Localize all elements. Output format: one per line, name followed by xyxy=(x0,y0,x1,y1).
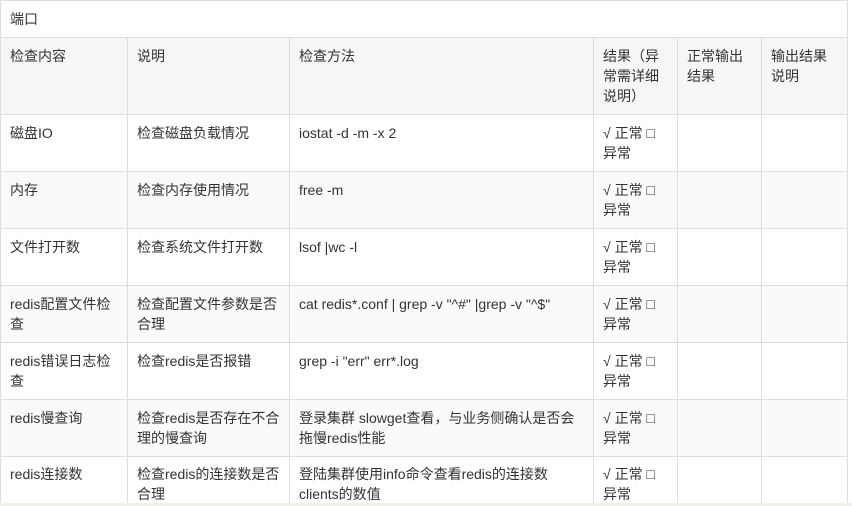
cell-output-note xyxy=(760,342,849,400)
cell-description: 检查配置文件参数是否合理 xyxy=(127,285,290,343)
header-normal-output: 正常输出结果 xyxy=(677,37,762,115)
cell-check-item: 文件打开数 xyxy=(0,228,128,286)
cell-output-note xyxy=(760,228,849,286)
check-table: 端口 检查内容 说明 检查方法 结果（异常需详细说明） 正常输出结果 输出结果说… xyxy=(0,0,849,505)
cell-result: √ 正常 □ 异常 xyxy=(593,342,678,400)
cell-normal-output xyxy=(677,285,762,343)
cell-normal-output xyxy=(677,171,762,229)
table-row: redis配置文件检查 检查配置文件参数是否合理 cat redis*.conf… xyxy=(0,285,849,343)
table-row: redis慢查询 检查redis是否存在不合理的慢查询 登录集群 slowget… xyxy=(0,399,849,457)
header-output-note: 输出结果说明 xyxy=(760,37,849,115)
cell-check-item: redis配置文件检查 xyxy=(0,285,128,343)
header-check-method: 检查方法 xyxy=(289,37,594,115)
header-row: 检查内容 说明 检查方法 结果（异常需详细说明） 正常输出结果 输出结果说明 xyxy=(0,37,849,115)
cell-result: √ 正常 □ 异常 xyxy=(593,456,678,505)
cell-description: 检查系统文件打开数 xyxy=(127,228,290,286)
header-description: 说明 xyxy=(127,37,290,115)
cell-description: 检查内存使用情况 xyxy=(127,171,290,229)
cell-check-item: redis错误日志检查 xyxy=(0,342,128,400)
cell-output-note xyxy=(760,114,849,172)
cell-description: 检查磁盘负载情况 xyxy=(127,114,290,172)
cell-check-method: grep -i "err" err*.log xyxy=(289,342,594,400)
cell-normal-output xyxy=(677,456,762,505)
cell-result: √ 正常 □ 异常 xyxy=(593,171,678,229)
cell-check-method: 登陆集群使用info命令查看redis的连接数clients的数值 xyxy=(289,456,594,505)
table-row: 内存 检查内存使用情况 free -m √ 正常 □ 异常 xyxy=(0,171,849,229)
header-result: 结果（异常需详细说明） xyxy=(593,37,678,115)
cell-description: 检查redis是否存在不合理的慢查询 xyxy=(127,399,290,457)
cell-output-note xyxy=(760,399,849,457)
cell-check-item: 磁盘IO xyxy=(0,114,128,172)
cell-normal-output xyxy=(677,114,762,172)
table-row: 磁盘IO 检查磁盘负载情况 iostat -d -m -x 2 √ 正常 □ 异… xyxy=(0,114,849,172)
cell-description: 检查redis的连接数是否合理 xyxy=(127,456,290,505)
cell-result: √ 正常 □ 异常 xyxy=(593,285,678,343)
cell-output-note xyxy=(760,456,849,505)
title-row: 端口 xyxy=(0,0,849,38)
table-title: 端口 xyxy=(0,0,849,38)
table-row: redis连接数 检查redis的连接数是否合理 登陆集群使用info命令查看r… xyxy=(0,456,849,505)
cell-result: √ 正常 □ 异常 xyxy=(593,228,678,286)
cell-check-item: redis连接数 xyxy=(0,456,128,505)
header-check-item: 检查内容 xyxy=(0,37,128,115)
cell-result: √ 正常 □ 异常 xyxy=(593,399,678,457)
cell-check-item: 内存 xyxy=(0,171,128,229)
cell-result: √ 正常 □ 异常 xyxy=(593,114,678,172)
cell-output-note xyxy=(760,171,849,229)
cell-output-note xyxy=(760,285,849,343)
page: 端口 检查内容 说明 检查方法 结果（异常需详细说明） 正常输出结果 输出结果说… xyxy=(0,0,852,506)
cell-check-method: lsof |wc -l xyxy=(289,228,594,286)
cell-normal-output xyxy=(677,342,762,400)
cell-check-method: iostat -d -m -x 2 xyxy=(289,114,594,172)
cell-check-method: cat redis*.conf | grep -v "^#" |grep -v … xyxy=(289,285,594,343)
cell-check-method: 登录集群 slowget查看，与业务侧确认是否会拖慢redis性能 xyxy=(289,399,594,457)
cell-check-method: free -m xyxy=(289,171,594,229)
cell-normal-output xyxy=(677,228,762,286)
cell-normal-output xyxy=(677,399,762,457)
cell-description: 检查redis是否报错 xyxy=(127,342,290,400)
table-row: redis错误日志检查 检查redis是否报错 grep -i "err" er… xyxy=(0,342,849,400)
table-row: 文件打开数 检查系统文件打开数 lsof |wc -l √ 正常 □ 异常 xyxy=(0,228,849,286)
cell-check-item: redis慢查询 xyxy=(0,399,128,457)
